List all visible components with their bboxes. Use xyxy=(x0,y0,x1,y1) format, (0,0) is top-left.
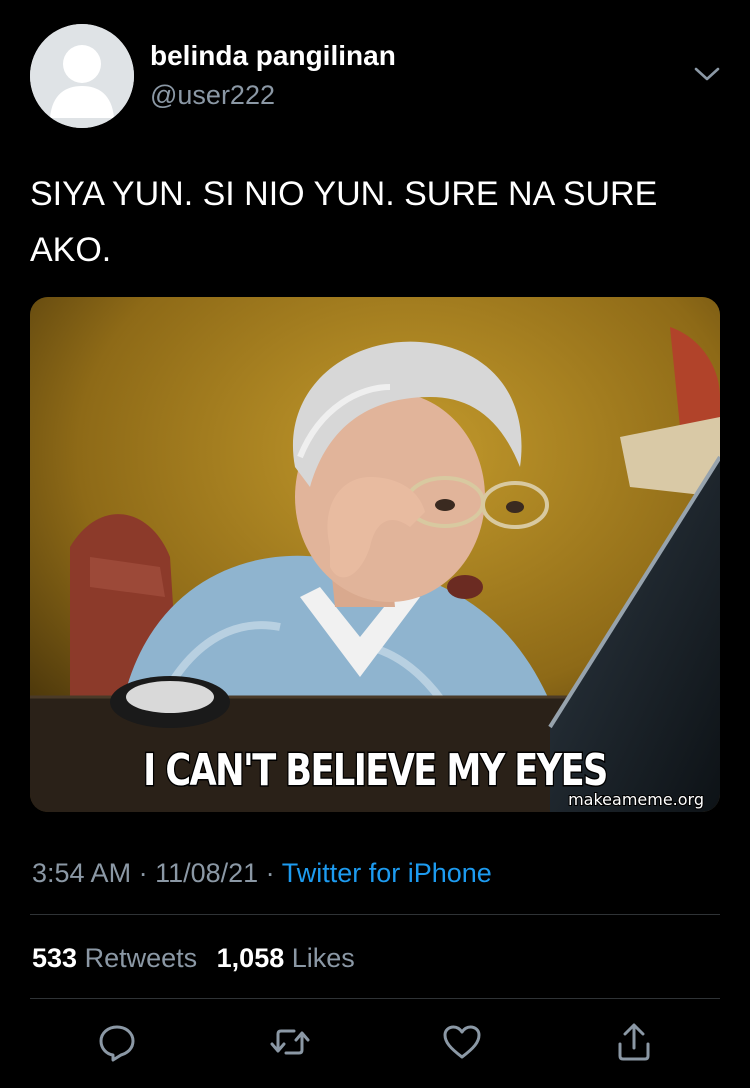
retweets-label[interactable]: Retweets xyxy=(85,943,198,973)
likes-count[interactable]: 1,058 xyxy=(217,943,285,973)
tweet-media-image[interactable]: I CAN'T BELIEVE MY EYES makeameme.org xyxy=(30,297,720,812)
tweet-source-link[interactable]: Twitter for iPhone xyxy=(282,858,492,888)
default-avatar-icon xyxy=(30,24,134,128)
reply-icon xyxy=(99,1025,135,1062)
retweet-button[interactable] xyxy=(268,1020,312,1064)
meme-photo: I CAN'T BELIEVE MY EYES makeameme.org xyxy=(30,297,720,812)
heart-icon xyxy=(443,1025,481,1059)
share-icon xyxy=(618,1023,650,1061)
tweet-text: SIYA YUN. SI NIO YUN. SURE NA SURE AKO. xyxy=(30,175,658,269)
display-name[interactable]: belinda pangilinan xyxy=(150,40,396,72)
reply-button[interactable] xyxy=(95,1020,139,1064)
share-button[interactable] xyxy=(612,1020,656,1064)
more-options-button[interactable] xyxy=(692,62,722,86)
tweet-date: 11/08/21 xyxy=(155,858,259,888)
meme-caption: I CAN'T BELIEVE MY EYES xyxy=(143,745,607,796)
likes-label[interactable]: Likes xyxy=(292,943,355,973)
divider xyxy=(30,998,720,999)
tweet-stats: 533 Retweets 1,058 Likes xyxy=(32,943,355,974)
retweets-count[interactable]: 533 xyxy=(32,943,77,973)
avatar[interactable] xyxy=(30,24,134,128)
tweet-actions-bar xyxy=(0,1020,750,1070)
like-button[interactable] xyxy=(440,1020,484,1064)
tweet-meta: 3:54 AM · 11/08/21 · Twitter for iPhone xyxy=(32,858,492,889)
retweet-icon xyxy=(270,1029,310,1055)
tweet-time: 3:54 AM xyxy=(32,858,132,888)
meta-separator: · xyxy=(258,858,282,888)
meta-separator: · xyxy=(131,858,156,888)
meme-watermark: makeameme.org xyxy=(568,790,704,809)
divider xyxy=(30,914,720,915)
chevron-down-icon xyxy=(694,67,720,81)
user-handle[interactable]: @user222 xyxy=(150,80,275,111)
